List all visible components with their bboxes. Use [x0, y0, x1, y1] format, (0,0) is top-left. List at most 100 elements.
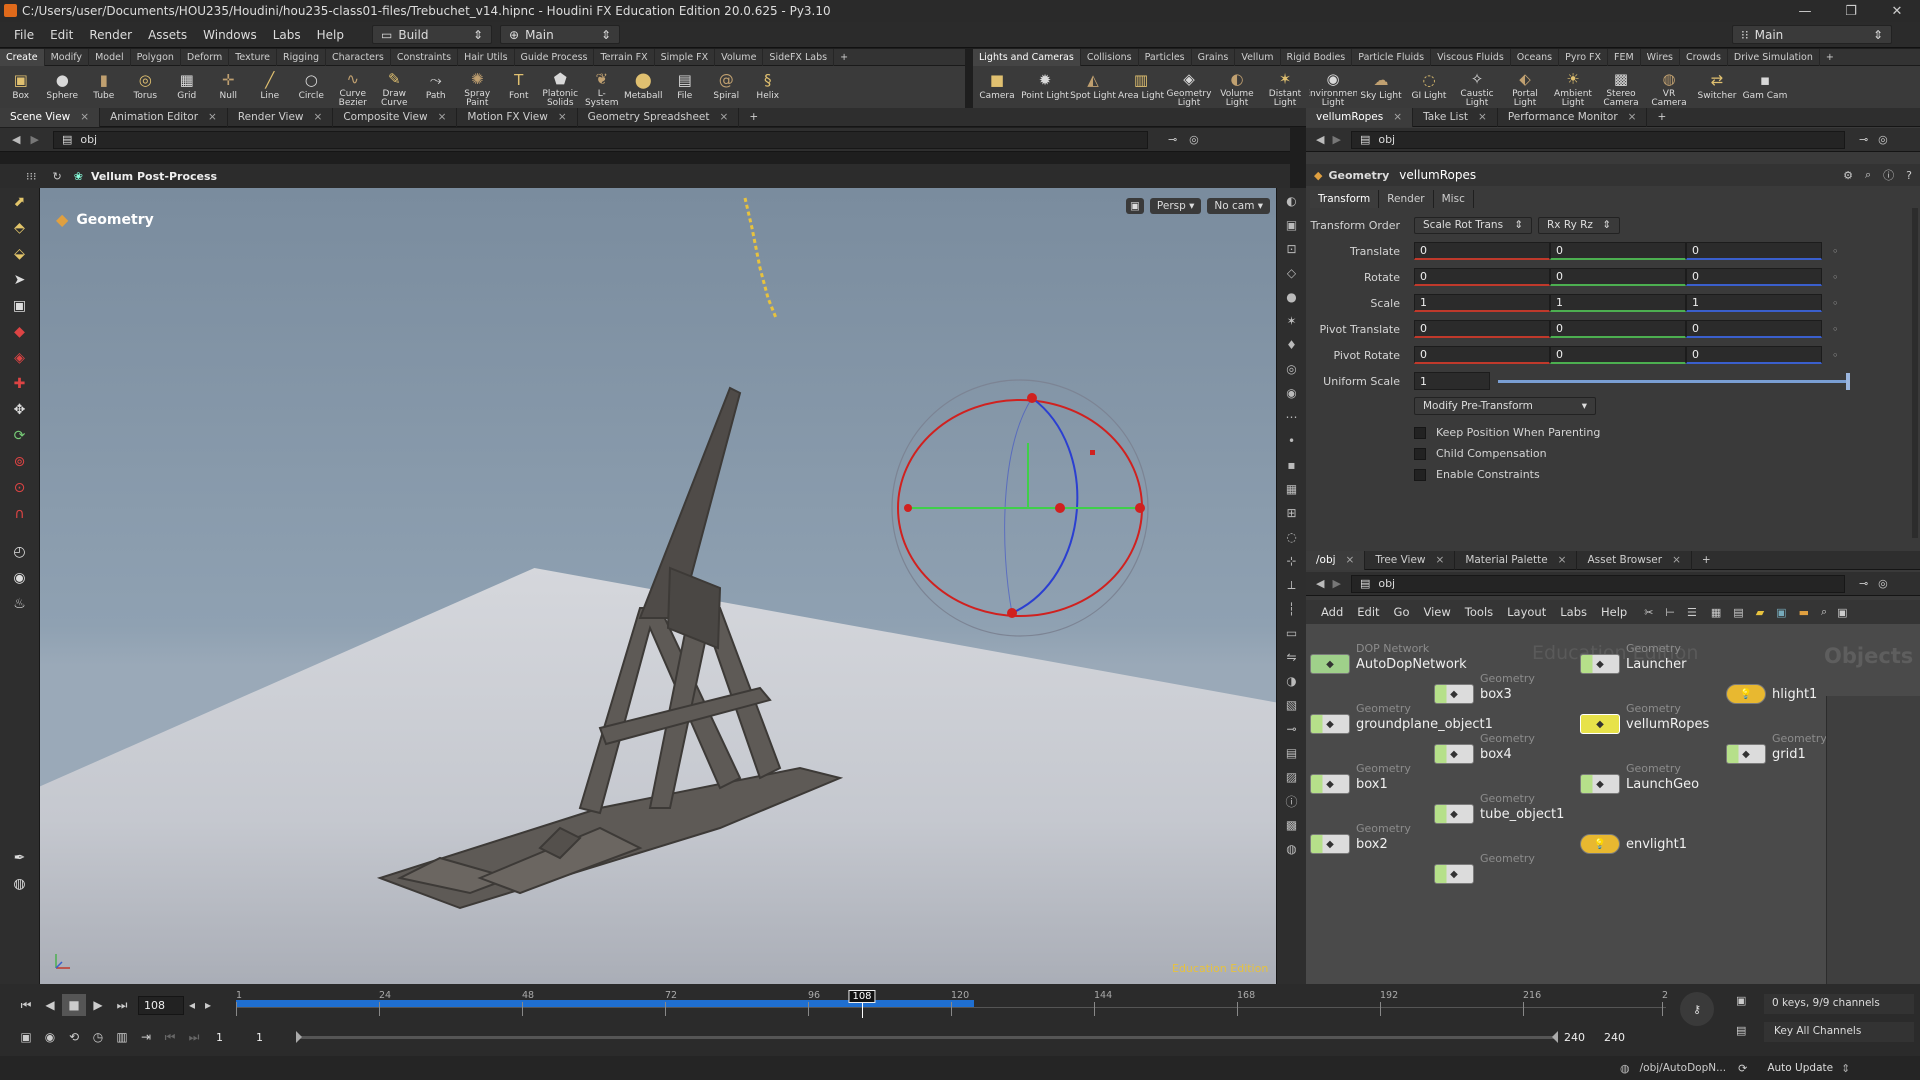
shelf-tab-modify[interactable]: Modify — [45, 48, 90, 66]
shelf-tool-point-light[interactable]: ✹ Point Light — [1021, 66, 1069, 108]
pane-tab-motion-fx-view[interactable]: Motion FX View × — [457, 107, 578, 127]
shelf-tab-lights-and-cameras[interactable]: Lights and Cameras — [973, 48, 1081, 66]
display-info-icon[interactable]: ⓘ — [1281, 790, 1303, 812]
display-cam-frame-icon[interactable]: ▩ — [1281, 814, 1303, 836]
range-end-field[interactable]: 240 — [1564, 1031, 1604, 1044]
network-node-hlight1[interactable]: 💡 hlight1 — [1726, 684, 1817, 704]
shelf-tab-oceans[interactable]: Oceans — [1511, 48, 1560, 66]
display-shade-icon[interactable]: ◑ — [1281, 670, 1303, 692]
stop-icon[interactable]: ■ — [62, 994, 86, 1016]
channel-menu-icon[interactable]: ◦ — [1832, 245, 1839, 258]
pivot-translate-x-field[interactable]: 0 — [1414, 320, 1550, 338]
checkbox-enable-constraints[interactable]: Enable Constraints — [1414, 464, 1906, 485]
pane-tab-tree-view[interactable]: Tree View × — [1365, 550, 1456, 570]
display-view-icon[interactable]: ◍ — [1281, 838, 1303, 860]
auto-update-menu[interactable]: Auto Update — [1767, 1062, 1833, 1074]
shelf-tool-spot-light[interactable]: ◭ Spot Light — [1069, 66, 1117, 108]
display-snap-icon[interactable]: ⊹ — [1281, 550, 1303, 572]
add-shelf-tab-icon[interactable]: + — [1820, 49, 1840, 66]
shelf-tool-geometry-light[interactable]: ◈ Geometry Light — [1165, 66, 1213, 108]
shelf-tool-stereo-camera[interactable]: ▩ Stereo Camera — [1597, 66, 1645, 108]
menu-labs[interactable]: Labs — [265, 28, 309, 42]
close-tab-icon[interactable]: × — [720, 108, 729, 127]
menu-edit[interactable]: Edit — [42, 28, 81, 42]
display-layout-icon[interactable]: ▤ — [1281, 742, 1303, 764]
stylus-icon[interactable]: ✒ — [7, 846, 33, 870]
right-desktop-selector[interactable]: ⁝⁝ Main ⇕ — [1732, 25, 1892, 44]
shelf-tab-particles[interactable]: Particles — [1139, 48, 1192, 66]
minimize-button[interactable]: — — [1782, 4, 1828, 19]
shelf-tool-torus[interactable]: ◎ Torus — [125, 66, 167, 108]
back-arrow-icon[interactable]: ◀ — [12, 133, 20, 146]
pose-tool-icon[interactable]: ⬙ — [7, 242, 33, 266]
update-icon[interactable]: ⟳ — [1738, 1062, 1747, 1075]
network-overview[interactable] — [1826, 696, 1920, 984]
zoom-icon[interactable]: ⌕ — [1821, 605, 1827, 619]
play-reverse-icon[interactable]: ◀ — [38, 994, 62, 1016]
shelf-tool-gam-cam[interactable]: ▪ Gam Cam — [1741, 66, 1789, 108]
fps-icon[interactable]: ▥ — [110, 1026, 134, 1048]
select-tool-icon[interactable]: ⬈ — [7, 190, 33, 214]
add-shelf-tab-icon[interactable]: + — [834, 49, 854, 66]
forward-arrow-icon[interactable]: ▶ — [1332, 133, 1340, 146]
pane-tab-obj[interactable]: /obj × — [1306, 550, 1366, 570]
shelf-tab-rigid-bodies[interactable]: Rigid Bodies — [1281, 48, 1353, 66]
network-node-tube-object1[interactable]: Geometry ◆ tube_object1 — [1434, 792, 1564, 824]
light-tool-icon[interactable]: ♨ — [7, 592, 33, 616]
shelf-tool-path[interactable]: ⤳ Path — [415, 66, 457, 108]
next-key-icon[interactable]: ⏭ — [182, 1026, 206, 1048]
viewer-path-field[interactable]: ▤ obj — [52, 130, 1148, 149]
link-icon[interactable]: ◎ — [1878, 577, 1888, 590]
rotate-z-field[interactable]: 0 — [1686, 268, 1822, 286]
clock-icon[interactable]: ◷ — [86, 1026, 110, 1048]
shelf-tab-grains[interactable]: Grains — [1192, 48, 1236, 66]
shelf-tool-area-light[interactable]: ▥ Area Light — [1117, 66, 1165, 108]
shelf-tool-null[interactable]: ✛ Null — [208, 66, 250, 108]
eye-icon[interactable]: ◍ — [7, 872, 33, 896]
pivot-rotate-x-field[interactable]: 0 — [1414, 346, 1550, 364]
shelf-tool-volume-light[interactable]: ◐ Volume Light — [1213, 66, 1261, 108]
paint-tool-icon[interactable]: ◆ — [7, 320, 33, 344]
image-icon[interactable]: ▣ — [1776, 606, 1786, 619]
uniform-scale-field[interactable]: 1 — [1414, 372, 1490, 390]
rotate-tool-icon[interactable]: ⟳ — [7, 424, 33, 448]
realtime-icon[interactable]: ▣ — [14, 1026, 38, 1048]
pin-icon[interactable]: ⊸ — [1859, 577, 1868, 590]
pivot-rotate-z-field[interactable]: 0 — [1686, 346, 1822, 364]
layout-grid-icon[interactable]: ▦ — [1711, 606, 1721, 619]
help-icon[interactable]: ? — [1906, 169, 1912, 182]
channel-menu-icon[interactable]: ◦ — [1832, 323, 1839, 336]
display-pin-icon[interactable]: ⊸ — [1281, 718, 1303, 740]
key-all-channels-menu[interactable]: Key All Channels — [1764, 1022, 1914, 1042]
shelf-tab-deform[interactable]: Deform — [181, 48, 230, 66]
search-icon[interactable]: ⌕ — [1865, 168, 1871, 182]
shelf-tool-helix[interactable]: § Helix — [747, 66, 789, 108]
network-menu-add[interactable]: Add — [1314, 605, 1350, 619]
camera-tool-icon[interactable]: ◉ — [7, 566, 33, 590]
display-icon[interactable]: ▣ — [1837, 606, 1847, 619]
menu-help[interactable]: Help — [309, 28, 352, 42]
display-uv-icon[interactable]: ▦ — [1281, 478, 1303, 500]
current-frame-field[interactable]: 108 — [138, 995, 184, 1015]
close-tab-icon[interactable]: × — [438, 108, 447, 127]
shelf-tool-file[interactable]: ▤ File — [664, 66, 706, 108]
scale-tool-icon[interactable]: ✚ — [7, 372, 33, 396]
close-tab-icon[interactable]: × — [558, 108, 567, 127]
display-display-icon[interactable]: ▭ — [1281, 622, 1303, 644]
network-selector[interactable]: ⊕ Main ⇕ — [500, 25, 620, 44]
display-sphere-icon[interactable]: ● — [1281, 286, 1303, 308]
network-menu-go[interactable]: Go — [1387, 605, 1417, 619]
display-prims-icon[interactable]: ▪ — [1281, 454, 1303, 476]
jump-start-icon[interactable]: ⏮ — [14, 994, 38, 1016]
shelf-tab-sidefx-labs[interactable]: SideFX Labs — [763, 48, 835, 66]
shelf-tool-sphere[interactable]: ● Sphere — [42, 66, 84, 108]
display-points-icon[interactable]: • — [1281, 430, 1303, 452]
refresh-icon[interactable]: ↻ — [53, 170, 62, 183]
lock-tool-icon[interactable]: ▣ — [7, 294, 33, 318]
pane-tab-scene-view[interactable]: Scene View × — [0, 107, 101, 127]
pane-tab-animation-editor[interactable]: Animation Editor × — [100, 107, 228, 127]
shelf-tab-rigging[interactable]: Rigging — [277, 48, 327, 66]
pane-tab-take-list[interactable]: Take List × — [1413, 107, 1498, 127]
loop-icon[interactable]: ⟲ — [62, 1026, 86, 1048]
shelf-tool-sky-light[interactable]: ☁ Sky Light — [1357, 66, 1405, 108]
